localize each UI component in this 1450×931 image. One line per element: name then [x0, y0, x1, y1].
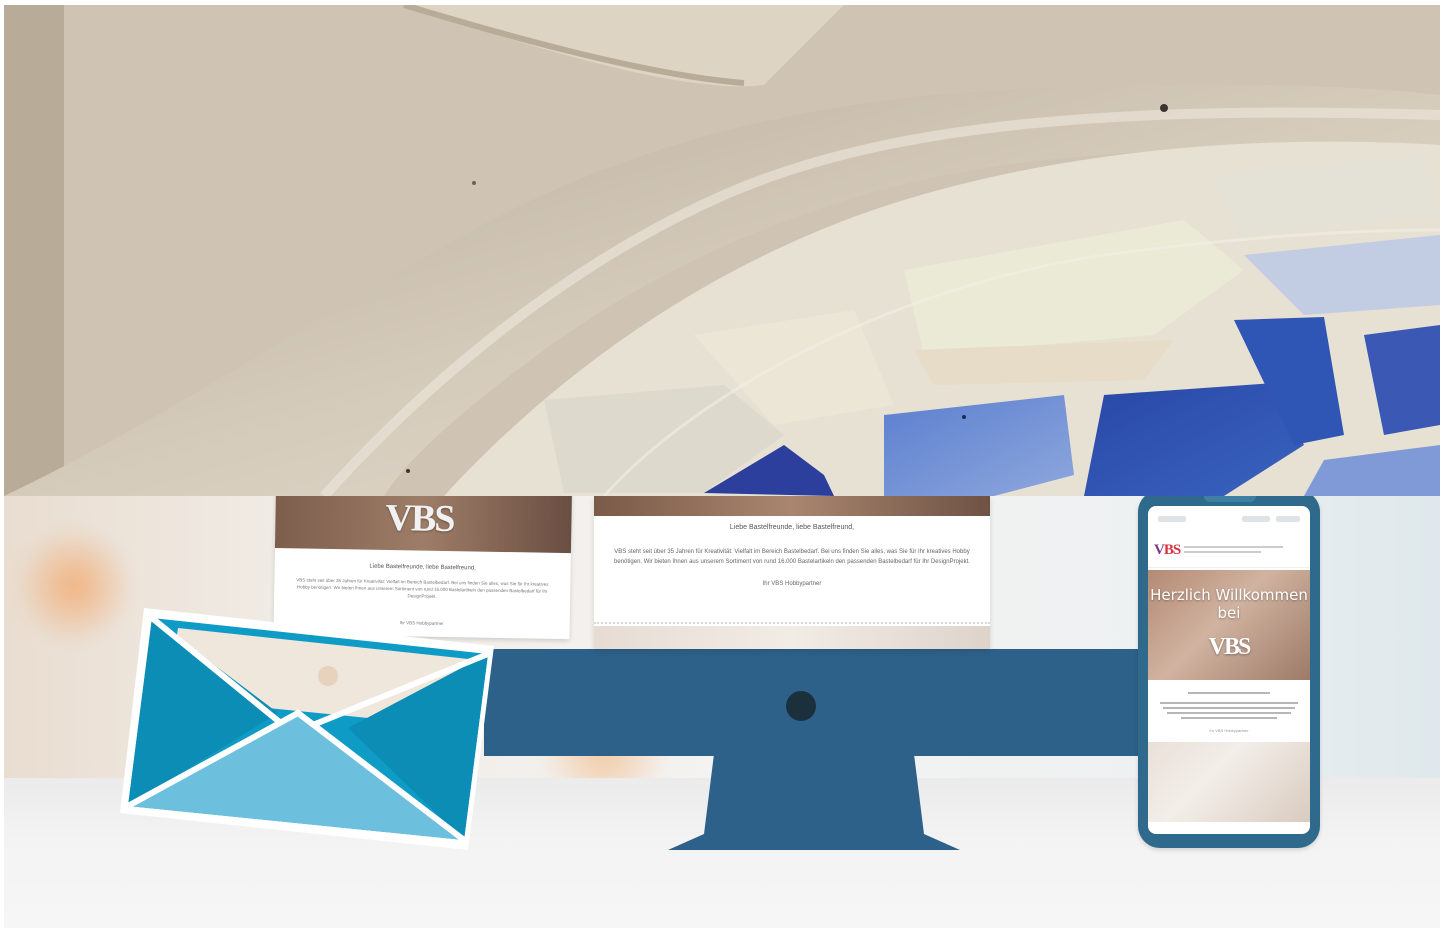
newsletter-text: VBS steht seit über 35 Jahren für Kreati…	[614, 549, 970, 565]
newsletter-signature: Ihr VBS Hobbypartner	[762, 581, 822, 587]
phone-hero-logo: VBS	[1208, 634, 1252, 660]
header-text-lines	[1184, 546, 1294, 556]
envelope-icon	[120, 608, 494, 850]
page: Liebe Bastelfreunde, liebe Bastelfreund,…	[0, 0, 1450, 931]
phone-status-bar	[1148, 512, 1310, 526]
newsletter-body: Liebe Bastelfreunde, liebe Bastelfreund,…	[594, 516, 990, 624]
smartphone: VBS Herzlich Willkommen bei VBS Ihr VBS …	[1138, 496, 1320, 848]
mosaic-stone-photo	[4, 5, 1440, 496]
hero-mosaic-image	[4, 5, 1440, 496]
phone-hero-title: Herzlich Willkommen bei	[1150, 586, 1308, 622]
monitor-stand	[668, 754, 960, 850]
newsletter-header-photo	[594, 496, 990, 516]
vbs-logo: VBS	[1154, 542, 1181, 558]
devices-scene: Liebe Bastelfreunde, liebe Bastelfreund,…	[4, 496, 1440, 928]
monitor-camera-icon	[786, 691, 816, 721]
phone-mail-header: VBS	[1148, 536, 1310, 568]
monitor-screen-newsletter: Liebe Bastelfreunde, liebe Bastelfreund,…	[594, 496, 990, 649]
newsletter-greeting: Liebe Bastelfreunde, liebe Bastelfreund,	[729, 524, 855, 531]
phone-notch	[1204, 496, 1256, 502]
phone-screen-newsletter: VBS Herzlich Willkommen bei VBS Ihr VBS …	[1148, 506, 1310, 834]
phone-signature: Ihr VBS Hobbypartner	[1209, 728, 1249, 733]
phone-footer-photo	[1148, 742, 1310, 822]
phone-hero-image: Herzlich Willkommen bei VBS	[1148, 570, 1310, 680]
envelope-mail: VBS Liebe Bastelfreunde, liebe Bastelfre…	[108, 496, 572, 858]
phone-text-lines	[1160, 692, 1298, 722]
newsletter-footer-photo	[594, 626, 990, 649]
